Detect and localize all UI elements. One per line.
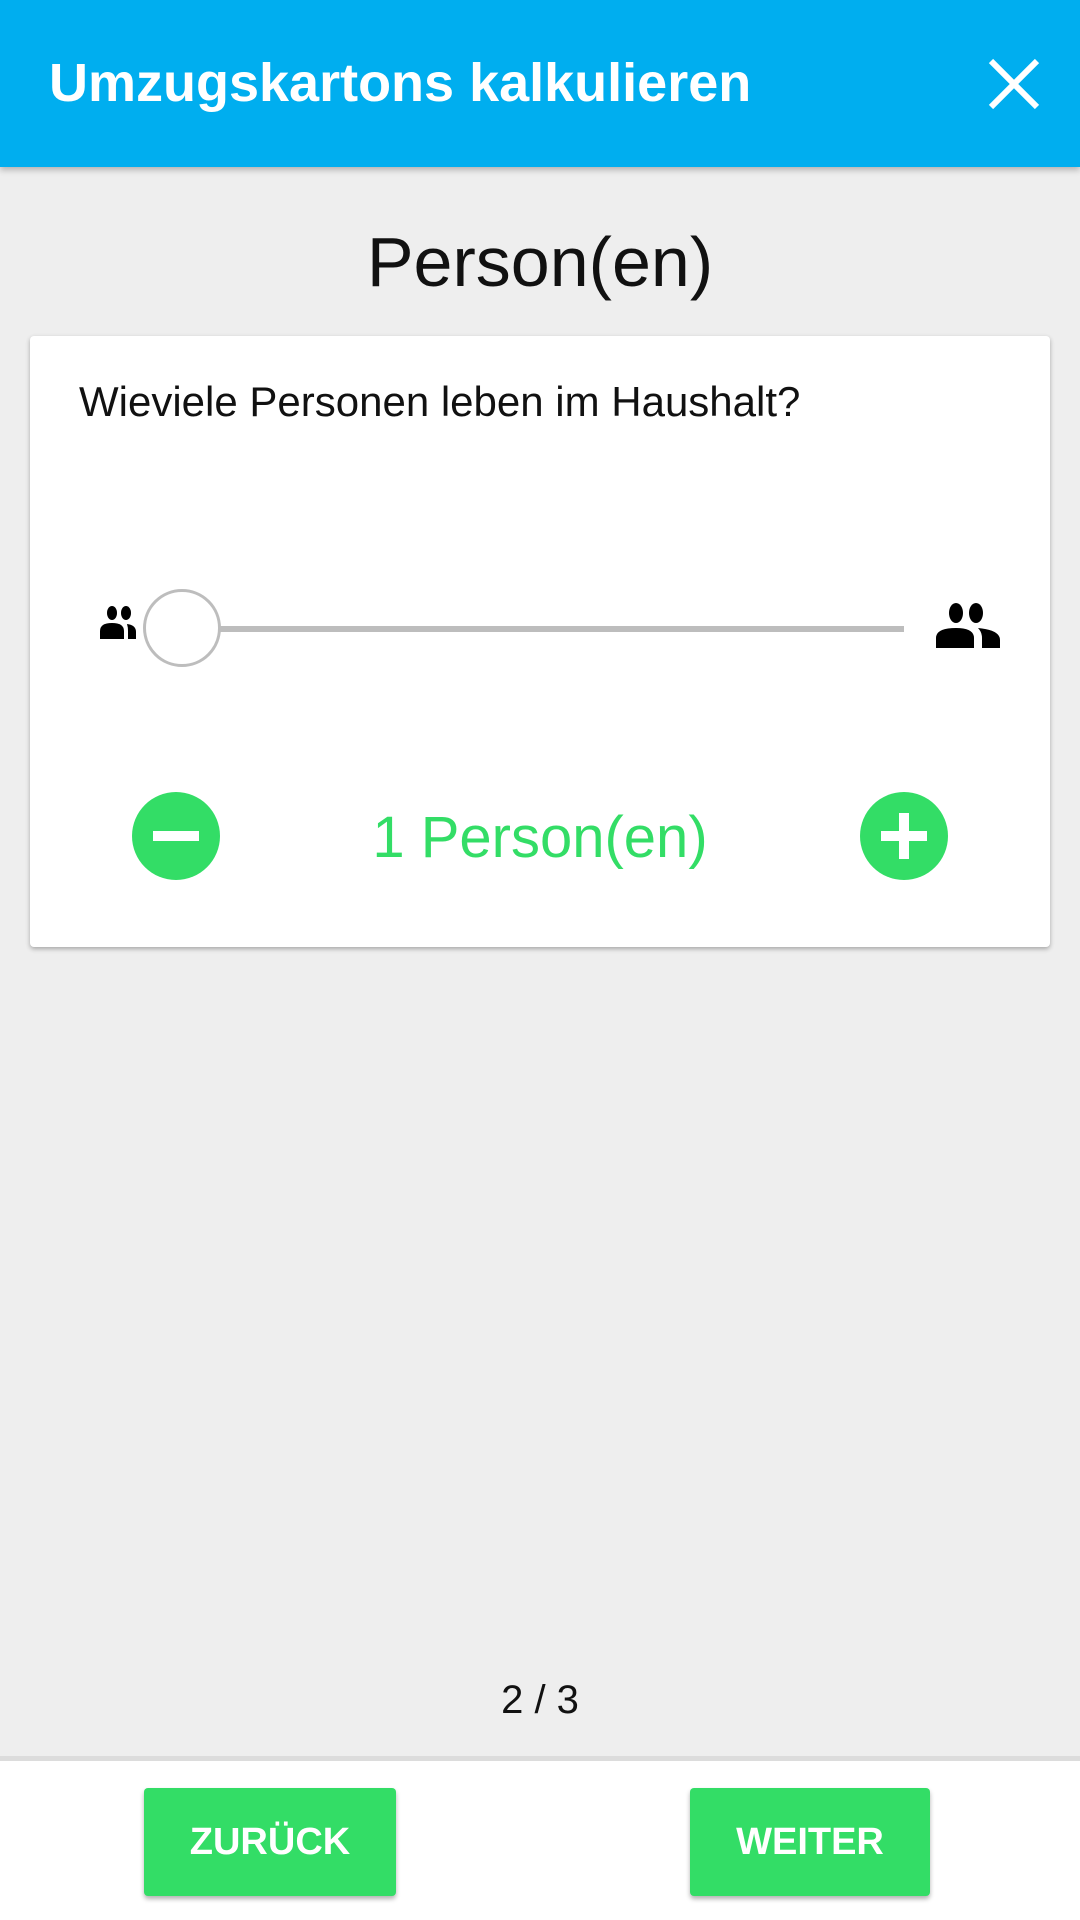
step-indicator: 2 / 3 bbox=[501, 1678, 579, 1722]
app-bar: Umzugskartons kalkulieren bbox=[0, 0, 1080, 167]
persons-slider-thumb[interactable] bbox=[143, 589, 221, 667]
question-text: Wieviele Personen leben im Haushalt? bbox=[79, 378, 801, 425]
close-icon[interactable] bbox=[985, 55, 1043, 113]
increment-button[interactable] bbox=[860, 792, 948, 880]
plus-icon bbox=[881, 813, 927, 859]
app-title: Umzugskartons kalkulieren bbox=[49, 53, 752, 113]
people-large-icon bbox=[936, 603, 1000, 648]
persons-card: Wieviele Personen leben im Haushalt? 1 P… bbox=[30, 336, 1050, 947]
page-title: Person(en) bbox=[366, 223, 714, 301]
people-small-icon bbox=[100, 606, 136, 639]
persons-slider-track[interactable] bbox=[182, 626, 904, 632]
next-button[interactable]: WEITER bbox=[690, 1788, 930, 1896]
back-button[interactable]: ZURÜCK bbox=[144, 1788, 396, 1896]
footer-bar: ZURÜCK WEITER bbox=[0, 1756, 1080, 1920]
